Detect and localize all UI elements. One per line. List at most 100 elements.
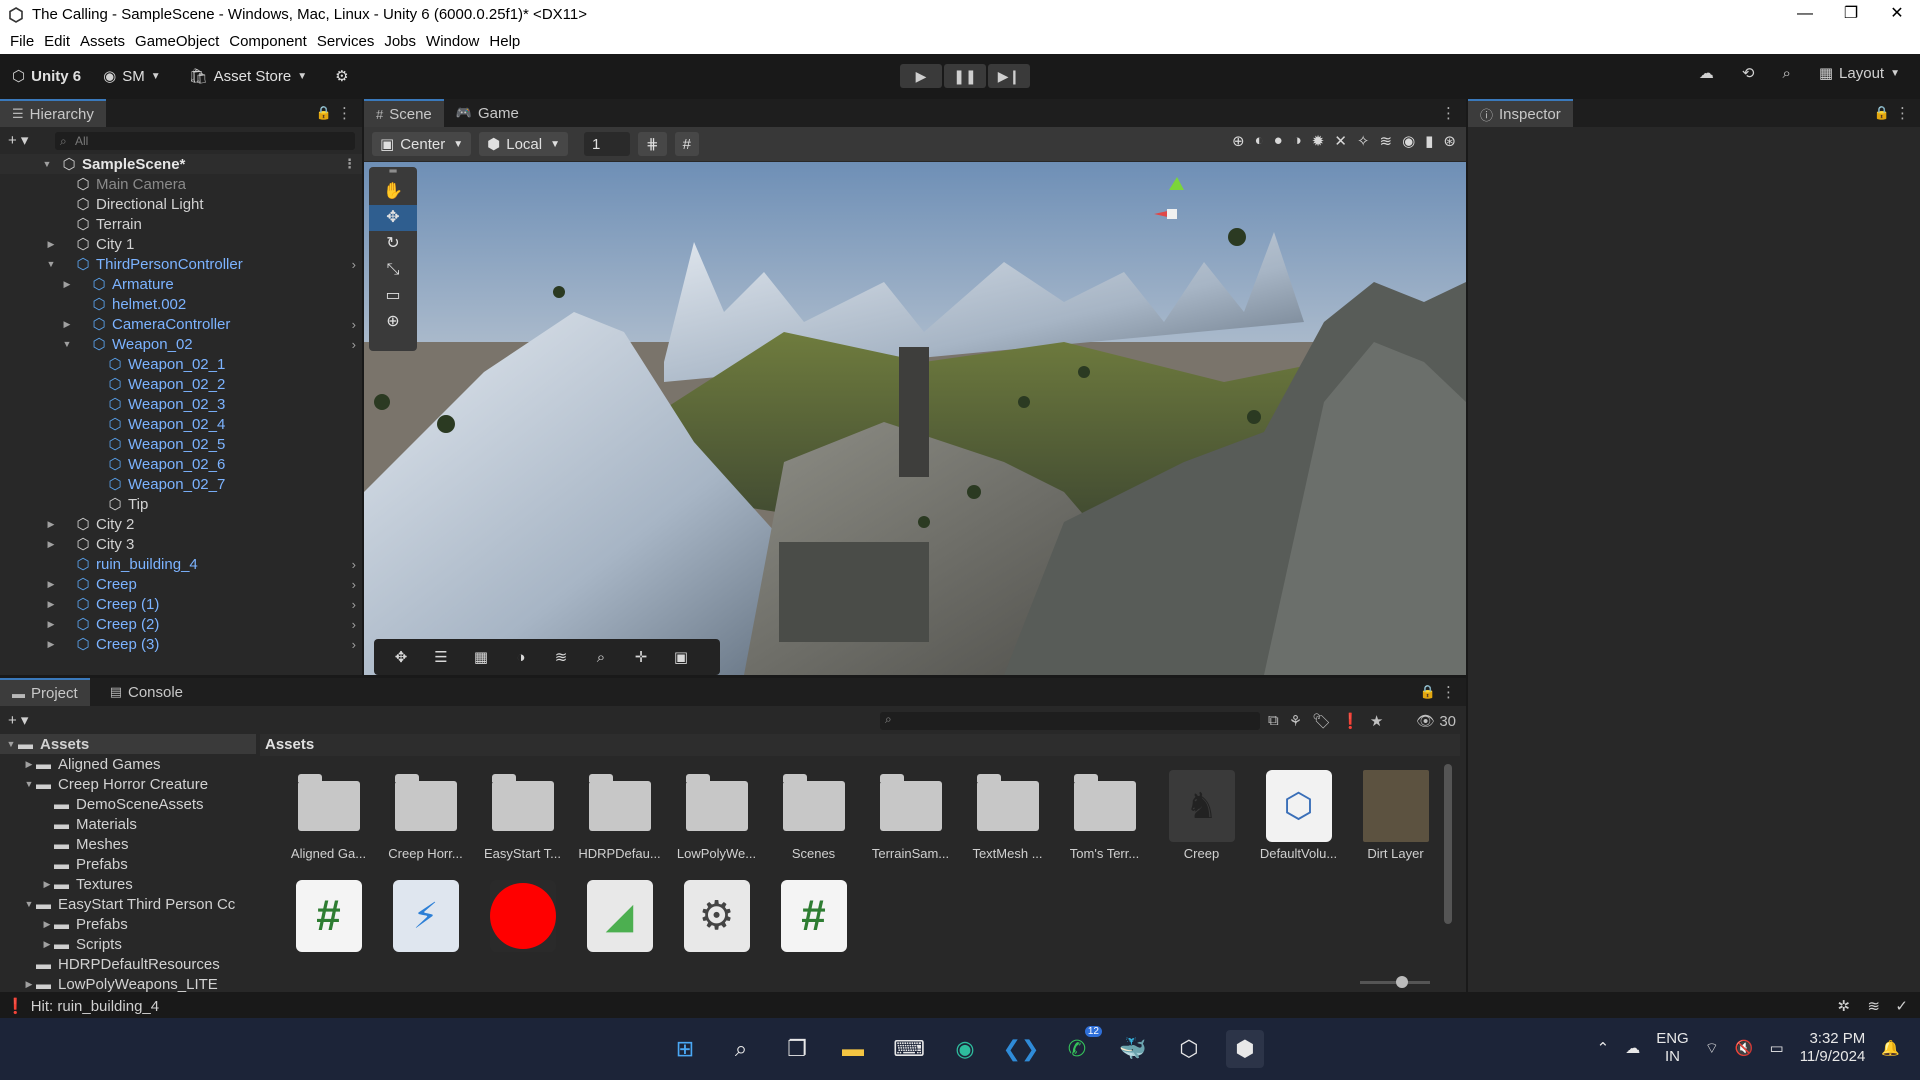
hierarchy-item[interactable]: ⬡ Weapon_02_1 (0, 354, 362, 374)
asset-item[interactable]: TerrainSam... (862, 770, 959, 861)
kebab-menu-icon[interactable]: ⋮ (1441, 104, 1456, 122)
expand-arrow-icon[interactable]: ▶ (44, 599, 58, 610)
whatsapp-icon[interactable]: ✆ 12 (1058, 1026, 1102, 1068)
docker-icon[interactable]: 🐳 (1114, 1030, 1152, 1068)
hierarchy-item[interactable]: ▶ ⬡ Creep (3) › (0, 634, 362, 654)
menu-gameobject[interactable]: GameObject (135, 33, 219, 50)
clock[interactable]: 3:32 PM 11/9/2024 (1800, 1030, 1866, 1066)
layers-icon[interactable]: ≋ (1867, 997, 1880, 1015)
asset-item[interactable]: # (765, 880, 862, 952)
folder-tree-item[interactable]: ▼ ▬ Creep Horror Creature (0, 774, 256, 794)
chevron-right-icon[interactable]: › (352, 577, 356, 592)
asset-item[interactable]: ◢ (571, 880, 668, 952)
move-icon[interactable]: ✥ (390, 648, 412, 666)
lock-icon[interactable]: 🔒 (316, 105, 332, 121)
lighting-icon[interactable]: ✹ (1312, 132, 1325, 150)
chevron-right-icon[interactable]: › (352, 617, 356, 632)
audio-off-icon[interactable]: ✕ (1334, 132, 1347, 150)
folder-tree-item[interactable]: ▬ Prefabs (0, 854, 256, 874)
tab-game[interactable]: 🎮 Game (444, 99, 531, 127)
asset-item[interactable]: ⚙ (668, 880, 765, 952)
battery-icon[interactable]: ▭ (1770, 1039, 1784, 1057)
hierarchy-item[interactable]: ▶ ⬡ City 2 (0, 514, 362, 534)
align-icon[interactable]: ☰ (430, 648, 452, 666)
collapse-arrow-icon[interactable]: ▼ (44, 259, 58, 269)
hierarchy-item[interactable]: ▶ ⬡ City 1 (0, 234, 362, 254)
hierarchy-item[interactable]: ⬡ Weapon_02_7 (0, 474, 362, 494)
tab-hierarchy[interactable]: ☰ Hierarchy (0, 99, 106, 127)
lock-icon[interactable]: 🔒 (1420, 684, 1436, 700)
bug-icon[interactable]: ✲ (1837, 997, 1850, 1015)
asset-store-dropdown[interactable]: 🛍 Asset Store ▼ (189, 67, 314, 86)
layers-icon[interactable]: ≋ (550, 648, 572, 666)
chevron-right-icon[interactable]: › (352, 597, 356, 612)
chevron-right-icon[interactable]: › (352, 337, 356, 352)
windows-start-icon[interactable]: ⊞ (666, 1030, 704, 1068)
hierarchy-item[interactable]: ▶ ⬡ CameraController › (0, 314, 362, 334)
hierarchy-item[interactable]: ▶ ⬡ City 3 (0, 534, 362, 554)
filter-icon[interactable]: ⧉ (1268, 712, 1279, 730)
collapse-arrow-icon[interactable]: ▼ (60, 339, 74, 349)
kebab-menu-icon[interactable]: ⋮ (343, 156, 356, 172)
hierarchy-item[interactable]: ▶ ⬡ Armature (0, 274, 362, 294)
tab-inspector[interactable]: ⓘ Inspector (1468, 99, 1573, 127)
folder-tree-item[interactable]: ▶ ▬ Aligned Games (0, 754, 256, 774)
close-button[interactable]: ✕ (1874, 0, 1920, 29)
hierarchy-item[interactable]: ⬡ helmet.002 (0, 294, 362, 314)
snap-toggle[interactable]: ⋕ (638, 132, 667, 156)
folder-tree-item[interactable]: ▼ ▬ Assets (0, 734, 256, 754)
expand-arrow-icon[interactable]: ▶ (22, 979, 36, 990)
speaker-muted-icon[interactable]: 🔇 (1735, 1039, 1754, 1057)
favorite-icon[interactable]: ★ (1370, 712, 1383, 730)
scale-tool-icon[interactable]: ⤡ (369, 257, 417, 283)
hierarchy-item[interactable]: ⬡ Main Camera (0, 174, 362, 194)
expand-arrow-icon[interactable]: ▶ (44, 239, 58, 250)
asset-item[interactable]: # (280, 880, 377, 952)
zoom-slider-handle[interactable] (1396, 976, 1408, 988)
asset-item[interactable]: HDRPDefau... (571, 770, 668, 861)
chevron-right-icon[interactable]: › (352, 557, 356, 572)
expand-arrow-icon[interactable]: ▶ (40, 879, 54, 890)
camera-icon[interactable]: ▮ (1425, 132, 1433, 150)
menu-services[interactable]: Services (317, 33, 375, 50)
asset-item[interactable]: Tom's Terr... (1056, 770, 1153, 861)
menu-jobs[interactable]: Jobs (384, 33, 416, 50)
maximize-button[interactable]: ❐ (1828, 0, 1874, 29)
hierarchy-item[interactable]: ⬡ Weapon_02_4 (0, 414, 362, 434)
expand-arrow-icon[interactable]: ▶ (40, 919, 54, 930)
package-manager-button[interactable]: ⚙ (335, 67, 348, 85)
asset-item[interactable] (474, 880, 571, 952)
asset-item[interactable]: ♞ Creep (1153, 770, 1250, 861)
collapse-arrow-icon[interactable]: ▼ (22, 899, 36, 909)
warning-icon[interactable]: ❗ (1341, 712, 1360, 730)
hierarchy-item[interactable]: ▶ ⬡ Creep (2) › (0, 614, 362, 634)
folder-tree-item[interactable]: ▶ ▬ Scripts (0, 934, 256, 954)
asset-item[interactable]: Aligned Ga... (280, 770, 377, 861)
effects-icon[interactable]: ✧ (1357, 132, 1370, 150)
project-search-input[interactable]: ⌕ (880, 712, 1260, 730)
pivot-dropdown[interactable]: ▣ Center ▼ (372, 132, 472, 156)
search-icon[interactable]: ⌕ (722, 1030, 760, 1068)
hierarchy-item[interactable]: ⬡ Weapon_02_3 (0, 394, 362, 414)
layout-dropdown[interactable]: ▦ Layout ▼ (1819, 64, 1900, 83)
grid-snap-icon[interactable]: ▦ (470, 648, 492, 666)
visibility-icon[interactable]: ◉ (1402, 132, 1415, 150)
hand-tool-icon[interactable]: ✋ (369, 179, 417, 205)
account-dropdown[interactable]: ◉ SM ▼ (103, 67, 167, 86)
space-dropdown[interactable]: ⬢ Local ▼ (479, 132, 568, 156)
expand-arrow-icon[interactable]: ▶ (60, 319, 74, 330)
vscode-icon[interactable]: ❮❯ (1002, 1030, 1040, 1068)
collapse-arrow-icon[interactable]: ▼ (4, 739, 18, 749)
tab-project[interactable]: ▬ Project (0, 678, 90, 706)
rotate-icon[interactable]: ◑ (510, 649, 532, 666)
asset-item[interactable]: ⬡ DefaultVolu... (1250, 770, 1347, 861)
expand-arrow-icon[interactable]: ▶ (44, 519, 58, 530)
expand-arrow-icon[interactable]: ▶ (40, 939, 54, 950)
menu-window[interactable]: Window (426, 33, 479, 50)
asset-item[interactable]: TextMesh ... (959, 770, 1056, 861)
expand-arrow-icon[interactable]: ▶ (60, 279, 74, 290)
zoom-slider[interactable] (1360, 976, 1430, 988)
expand-arrow-icon[interactable]: ▶ (44, 579, 58, 590)
expand-arrow-icon[interactable]: ▶ (44, 539, 58, 550)
history-icon[interactable]: ⟲ (1742, 64, 1755, 82)
